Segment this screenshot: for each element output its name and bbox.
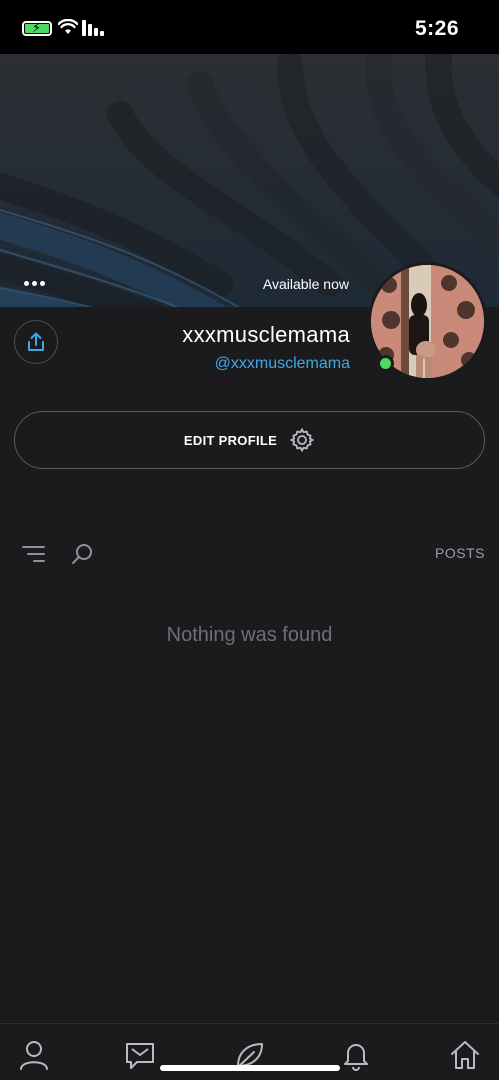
filter-icon <box>22 546 45 562</box>
clock: 5:26 <box>414 17 459 40</box>
search-button[interactable] <box>70 542 94 571</box>
profile-icon[interactable] <box>17 1038 51 1072</box>
username[interactable]: @xxxmusclemama <box>215 355 350 373</box>
display-name: xxxmusclemama <box>182 322 350 347</box>
empty-state-message: Nothing was found <box>166 624 333 646</box>
availability-status: Available now <box>262 276 349 292</box>
share-icon <box>28 332 44 351</box>
wifi-icon <box>58 19 78 34</box>
messages-icon[interactable] <box>123 1038 157 1072</box>
home-indicator[interactable] <box>160 1065 340 1071</box>
share-button[interactable] <box>14 320 58 364</box>
gear-icon <box>289 427 315 453</box>
more-button[interactable] <box>18 272 50 294</box>
tab-posts[interactable]: POSTS <box>435 545 485 561</box>
signal-icon <box>82 20 104 36</box>
edit-profile-button[interactable]: EDIT PROFILE <box>14 411 485 469</box>
online-status-indicator <box>377 355 394 372</box>
bottom-nav <box>0 1023 499 1080</box>
edit-profile-label: EDIT PROFILE <box>183 432 278 448</box>
home-icon[interactable] <box>448 1038 482 1072</box>
status-bar: ⚡ 5:26 <box>0 0 499 54</box>
more-icon <box>23 280 29 286</box>
battery-icon: ⚡ <box>22 20 52 36</box>
search-icon <box>72 544 92 564</box>
notifications-icon[interactable] <box>339 1038 373 1072</box>
filter-button[interactable] <box>22 544 46 569</box>
